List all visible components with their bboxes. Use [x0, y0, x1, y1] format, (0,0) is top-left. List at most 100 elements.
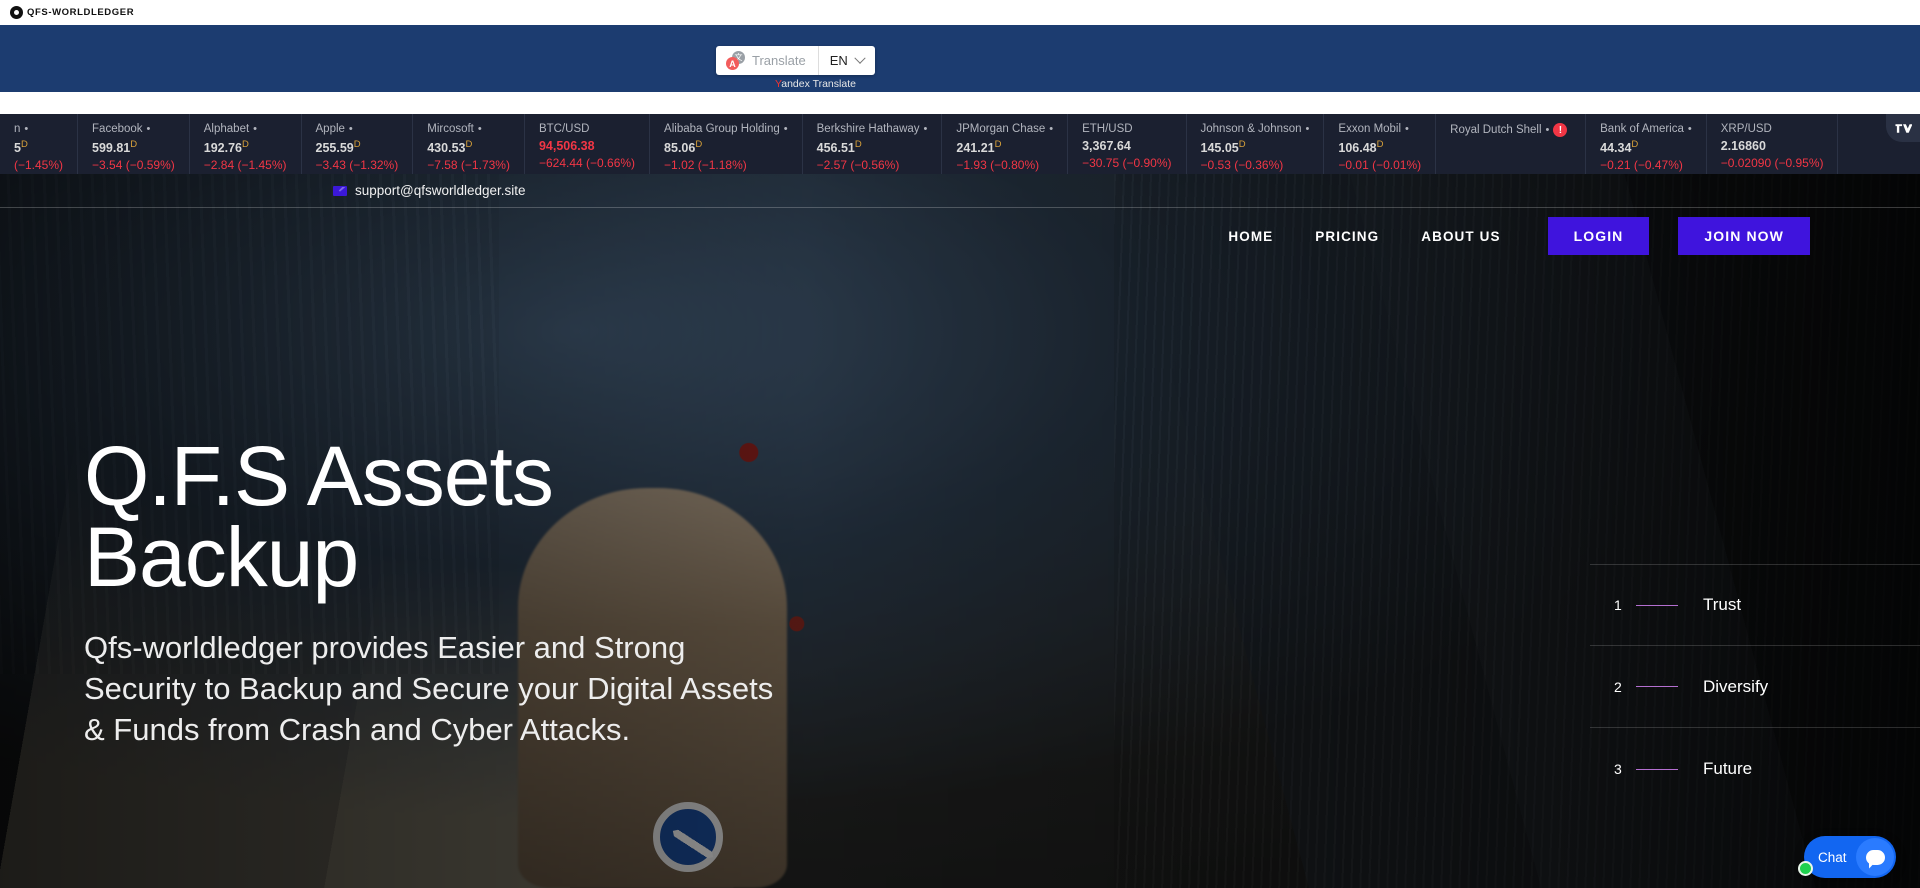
- ticker-item[interactable]: Alibaba Group Holding • 85.06D −1.02 (−1.18…: [650, 114, 803, 174]
- ticker-price: 599.81D: [92, 139, 138, 156]
- ticker-symbol: Berkshire Hathaway •: [816, 122, 928, 135]
- site-logo[interactable]: QFS-WORLDLEDGER: [10, 6, 134, 19]
- ticker-change: −624.44 (−0.66%): [538, 156, 636, 170]
- ticker-change: −3.43 (−1.32%): [315, 158, 399, 173]
- ticker-price: 241.21D: [956, 139, 1002, 156]
- login-button[interactable]: LOGIN: [1547, 217, 1650, 255]
- nav-link-about-us[interactable]: ABOUT US: [1421, 229, 1500, 244]
- ticker-symbol: Alibaba Group Holding •: [664, 122, 788, 135]
- ticker-item[interactable]: Alphabet • 192.76D −2.84 (−1.45%): [190, 114, 302, 174]
- page-title: Q.F.S Assets Backup: [84, 434, 784, 599]
- slide-indicator-trust[interactable]: 1 Trust: [1590, 564, 1920, 646]
- hero-heading-line-1: Q.F.S Assets: [84, 429, 554, 523]
- ticker-price: 85.06D: [664, 139, 703, 156]
- ticker-item[interactable]: Johnson & Johnson • 145.05D −0.53 (−0.36%): [1187, 114, 1325, 174]
- chevron-down-icon: [854, 52, 866, 64]
- yandex-attribution-rest: andex Translate: [781, 78, 856, 90]
- slide-divider: [1636, 604, 1678, 606]
- ticker-market-dot-icon: •: [1305, 122, 1310, 135]
- ticker-change: −1.93 (−0.80%): [956, 158, 1040, 173]
- ticker-market-dot-icon: •: [1049, 122, 1054, 135]
- hero-slide-indicators: 1 Trust 2 Diversify 3 Future: [1590, 564, 1920, 810]
- translate-icon: 文 A: [726, 51, 745, 70]
- ticker-symbol: ETH/USD: [1082, 123, 1133, 135]
- ticker-change: −3.54 (−0.59%): [92, 158, 175, 173]
- ticker-item[interactable]: Apple • 255.59D −3.43 (−1.32%): [302, 114, 414, 174]
- hero-copy: Q.F.S Assets Backup Qfs-worldledger prov…: [84, 434, 784, 751]
- slide-indicator-future[interactable]: 3 Future: [1590, 728, 1920, 810]
- ticker-change: −0.21 (−0.47%): [1600, 158, 1683, 173]
- ticker-delayed-badge: D: [854, 139, 862, 150]
- ticker-market-dot-icon: •: [1687, 122, 1692, 135]
- ticker-item[interactable]: Mircosoft • 430.53D −7.58 (−1.73%): [413, 114, 525, 174]
- slide-number: 3: [1614, 761, 1622, 777]
- ticker-item[interactable]: ETH/USD 3,367.64 −30.75 (−0.90%): [1068, 114, 1187, 174]
- logo-text: QFS-WORLDLEDGER: [27, 7, 135, 18]
- ticker-delayed-badge: D: [242, 139, 249, 150]
- main-navigation: HOME PRICING ABOUT US LOGIN JOIN NOW: [0, 208, 1920, 264]
- slide-divider: [1636, 686, 1678, 687]
- chat-label: Chat: [1818, 849, 1847, 865]
- ticker-price: 3,367.64: [1082, 139, 1131, 153]
- hero-subtitle: Qfs-worldledger provides Easier and Stro…: [84, 629, 774, 748]
- ticker-item[interactable]: Berkshire Hathaway • 456.51D −2.57 (−0.56%): [803, 114, 943, 174]
- ticker-delayed-badge: D: [353, 139, 361, 150]
- browser-logo-bar: QFS-WORLDLEDGER: [0, 0, 1920, 25]
- ticker-symbol: n •: [14, 122, 29, 135]
- yandex-translate-widget[interactable]: 文 A Translate EN: [716, 46, 875, 75]
- ticker-market-dot-icon: •: [1545, 123, 1550, 136]
- support-email[interactable]: support@qfsworldledger.site: [355, 183, 526, 198]
- join-now-button[interactable]: JOIN NOW: [1678, 217, 1810, 255]
- ticker-item[interactable]: XRP/USD 2.16860 −0.02090 (−0.95%): [1707, 114, 1839, 174]
- slide-number: 1: [1614, 597, 1622, 613]
- ticker-symbol: Bank of America •: [1600, 122, 1692, 135]
- nav-link-home[interactable]: HOME: [1228, 229, 1273, 244]
- nav-link-pricing[interactable]: PRICING: [1315, 229, 1379, 244]
- ticker-delayed-badge: D: [1238, 139, 1246, 150]
- ticker-item[interactable]: Facebook • 599.81D −3.54 (−0.59%): [78, 114, 190, 174]
- ticker-tape[interactable]: n • 5D (−1.45%) Facebook • 599.81D −3.54 (−0.59…: [0, 114, 1920, 174]
- ticker-item[interactable]: Bank of America • 44.34D −0.21 (−0.47%): [1586, 114, 1707, 174]
- language-select[interactable]: EN: [819, 46, 875, 75]
- ticker-item[interactable]: JPMorgan Chase • 241.21D −1.93 (−0.80%): [942, 114, 1069, 174]
- ticker-item[interactable]: n • 5D (−1.45%): [0, 114, 79, 174]
- ticker-delayed-badge: D: [465, 139, 473, 150]
- ticker-market-dot-icon: •: [1405, 122, 1409, 135]
- ticker-delayed-badge: D: [695, 139, 703, 150]
- ticker-change: −0.02090 (−0.95%): [1720, 156, 1824, 170]
- ticker-item[interactable]: Exxon Mobil • 106.48D −0.01 (−0.01%): [1324, 114, 1437, 174]
- tradingview-logo-icon[interactable]: [1886, 114, 1920, 142]
- ticker-market-dot-icon: •: [477, 122, 482, 135]
- slide-label: Diversify: [1703, 676, 1769, 696]
- ticker-price: 145.05D: [1200, 139, 1246, 156]
- ticker-market-dot-icon: •: [253, 122, 258, 135]
- slide-label: Future: [1703, 759, 1753, 778]
- ticker-error-icon[interactable]: !: [1553, 123, 1568, 137]
- hero-heading-line-2: Backup: [84, 510, 359, 605]
- ticker-change: (−1.45%): [14, 158, 64, 173]
- slide-indicator-diversify[interactable]: 2 Diversify: [1590, 646, 1920, 728]
- email-icon: [333, 185, 347, 196]
- nav-links: HOME PRICING ABOUT US: [1228, 229, 1500, 244]
- ticker-change: −7.58 (−1.73%): [427, 158, 510, 173]
- white-spacer: [0, 92, 1920, 114]
- ticker-change: −2.57 (−0.56%): [816, 158, 900, 173]
- chat-widget-button[interactable]: Chat: [1798, 836, 1896, 878]
- ticker-item[interactable]: BTC/USD 94,506.38 −624.44 (−0.66%): [525, 114, 651, 174]
- translate-toggle[interactable]: 文 A Translate: [716, 46, 819, 75]
- ticker-symbol: Exxon Mobil •: [1338, 122, 1409, 135]
- ticker-symbol: Facebook •: [92, 122, 151, 135]
- ticker-price: 106.48D: [1338, 139, 1384, 156]
- ticker-item[interactable]: Royal Dutch Shell •!: [1436, 114, 1587, 174]
- ticker-change: −0.53 (−0.36%): [1200, 158, 1284, 173]
- online-status-indicator: [1798, 861, 1813, 876]
- ticker-price: 5D: [14, 139, 28, 156]
- ticker-delayed-badge: D: [20, 139, 28, 150]
- ticker-market-dot-icon: •: [24, 122, 29, 135]
- ticker-change: −1.02 (−1.18%): [664, 158, 747, 173]
- slide-number: 2: [1614, 678, 1622, 695]
- logo-mark-icon: [10, 6, 23, 19]
- ticker-price: 456.51D: [816, 139, 862, 156]
- slide-label: Trust: [1703, 595, 1742, 614]
- ticker-price: 192.76D: [203, 139, 249, 156]
